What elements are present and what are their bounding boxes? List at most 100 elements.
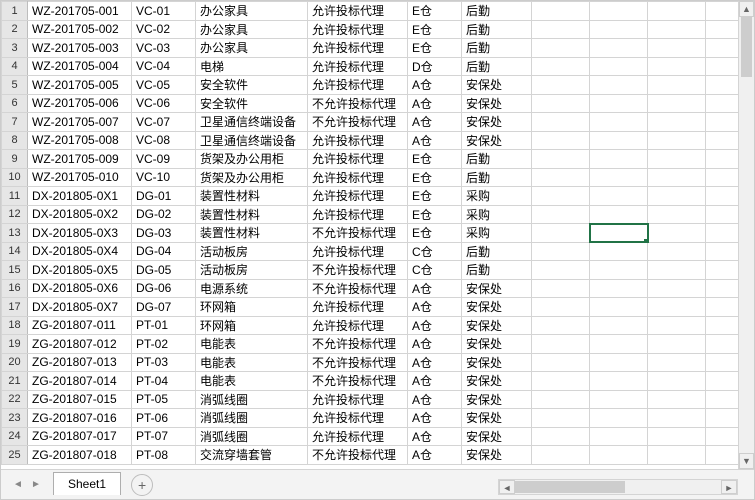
cell[interactable]: 安保处 bbox=[462, 298, 532, 317]
cell[interactable]: 安全软件 bbox=[196, 76, 308, 95]
cell[interactable]: PT-07 bbox=[132, 427, 196, 446]
cell[interactable]: 采购 bbox=[462, 205, 532, 224]
cell[interactable]: 卫星通信终端设备 bbox=[196, 113, 308, 132]
add-sheet-button[interactable]: + bbox=[131, 474, 153, 496]
cell[interactable] bbox=[590, 150, 648, 169]
cell[interactable] bbox=[532, 242, 590, 261]
cell[interactable]: ZG-201807-017 bbox=[28, 427, 132, 446]
cell[interactable] bbox=[648, 372, 706, 391]
cell[interactable]: 允许投标代理 bbox=[308, 427, 408, 446]
cell[interactable]: PT-04 bbox=[132, 372, 196, 391]
cell[interactable] bbox=[706, 20, 739, 39]
cell[interactable]: PT-05 bbox=[132, 390, 196, 409]
cell[interactable]: DG-01 bbox=[132, 187, 196, 206]
cell[interactable]: 允许投标代理 bbox=[308, 409, 408, 428]
cell[interactable]: VC-03 bbox=[132, 39, 196, 58]
cell[interactable]: E仓 bbox=[408, 2, 462, 21]
cell[interactable]: 安保处 bbox=[462, 131, 532, 150]
cell[interactable] bbox=[706, 353, 739, 372]
cell[interactable]: 允许投标代理 bbox=[308, 298, 408, 317]
cell[interactable]: VC-09 bbox=[132, 150, 196, 169]
cell[interactable]: ZG-201807-013 bbox=[28, 353, 132, 372]
cell[interactable] bbox=[532, 353, 590, 372]
vertical-scrollbar[interactable]: ▲ ▼ bbox=[738, 1, 754, 469]
vertical-scroll-thumb[interactable] bbox=[741, 17, 752, 77]
cell[interactable]: 允许投标代理 bbox=[308, 39, 408, 58]
cell[interactable]: DX-201805-0X1 bbox=[28, 187, 132, 206]
cell[interactable] bbox=[590, 113, 648, 132]
cell[interactable] bbox=[590, 409, 648, 428]
cell[interactable] bbox=[648, 168, 706, 187]
cell[interactable]: DG-02 bbox=[132, 205, 196, 224]
cell[interactable] bbox=[590, 39, 648, 58]
cell[interactable]: 允许投标代理 bbox=[308, 205, 408, 224]
cell[interactable]: E仓 bbox=[408, 20, 462, 39]
cell[interactable]: WZ-201705-005 bbox=[28, 76, 132, 95]
cell[interactable]: VC-02 bbox=[132, 20, 196, 39]
cell[interactable]: PT-02 bbox=[132, 335, 196, 354]
row-header[interactable]: 2 bbox=[2, 20, 28, 39]
cell[interactable] bbox=[532, 131, 590, 150]
cell[interactable] bbox=[706, 150, 739, 169]
row-header[interactable]: 20 bbox=[2, 353, 28, 372]
cell[interactable] bbox=[648, 20, 706, 39]
cell[interactable] bbox=[532, 76, 590, 95]
cell[interactable]: A仓 bbox=[408, 446, 462, 465]
cell[interactable]: 允许投标代理 bbox=[308, 76, 408, 95]
cell[interactable]: A仓 bbox=[408, 298, 462, 317]
row-header[interactable]: 17 bbox=[2, 298, 28, 317]
cell[interactable] bbox=[590, 261, 648, 280]
cell[interactable] bbox=[590, 224, 648, 243]
cell[interactable]: E仓 bbox=[408, 224, 462, 243]
row-header[interactable]: 11 bbox=[2, 187, 28, 206]
cell[interactable]: 安保处 bbox=[462, 390, 532, 409]
cell[interactable]: WZ-201705-007 bbox=[28, 113, 132, 132]
cell[interactable]: 允许投标代理 bbox=[308, 20, 408, 39]
cell[interactable]: WZ-201705-004 bbox=[28, 57, 132, 76]
cell[interactable]: A仓 bbox=[408, 279, 462, 298]
cell[interactable]: A仓 bbox=[408, 353, 462, 372]
cell[interactable]: DX-201805-0X4 bbox=[28, 242, 132, 261]
cell[interactable] bbox=[590, 76, 648, 95]
cell[interactable]: 后勤 bbox=[462, 168, 532, 187]
cell[interactable]: 安保处 bbox=[462, 427, 532, 446]
cell[interactable]: E仓 bbox=[408, 205, 462, 224]
cell[interactable] bbox=[706, 94, 739, 113]
cell[interactable] bbox=[648, 261, 706, 280]
cell[interactable] bbox=[648, 113, 706, 132]
cell[interactable] bbox=[532, 427, 590, 446]
row-header[interactable]: 1 bbox=[2, 2, 28, 21]
cell[interactable]: A仓 bbox=[408, 113, 462, 132]
cell[interactable] bbox=[590, 94, 648, 113]
cell[interactable]: A仓 bbox=[408, 76, 462, 95]
cell[interactable]: 货架及办公用柜 bbox=[196, 168, 308, 187]
row-header[interactable]: 5 bbox=[2, 76, 28, 95]
row-header[interactable]: 3 bbox=[2, 39, 28, 58]
cell[interactable] bbox=[648, 131, 706, 150]
cell[interactable] bbox=[706, 261, 739, 280]
scroll-down-button[interactable]: ▼ bbox=[739, 453, 754, 469]
cell[interactable]: DX-201805-0X2 bbox=[28, 205, 132, 224]
cell[interactable] bbox=[706, 187, 739, 206]
row-header[interactable]: 22 bbox=[2, 390, 28, 409]
cell[interactable] bbox=[590, 390, 648, 409]
cell[interactable] bbox=[648, 446, 706, 465]
row-header[interactable]: 10 bbox=[2, 168, 28, 187]
cell[interactable]: ZG-201807-018 bbox=[28, 446, 132, 465]
cell[interactable]: VC-04 bbox=[132, 57, 196, 76]
cell[interactable] bbox=[532, 409, 590, 428]
row-header[interactable]: 9 bbox=[2, 150, 28, 169]
cell[interactable]: WZ-201705-006 bbox=[28, 94, 132, 113]
cell[interactable] bbox=[706, 279, 739, 298]
cell[interactable]: A仓 bbox=[408, 372, 462, 391]
row-header[interactable]: 18 bbox=[2, 316, 28, 335]
cell[interactable] bbox=[590, 279, 648, 298]
row-header[interactable]: 23 bbox=[2, 409, 28, 428]
cell[interactable]: ZG-201807-014 bbox=[28, 372, 132, 391]
cell[interactable]: 安保处 bbox=[462, 279, 532, 298]
cell[interactable]: 货架及办公用柜 bbox=[196, 150, 308, 169]
cell[interactable]: 安保处 bbox=[462, 446, 532, 465]
cell[interactable] bbox=[590, 2, 648, 21]
cell[interactable] bbox=[648, 39, 706, 58]
cell[interactable]: PT-06 bbox=[132, 409, 196, 428]
